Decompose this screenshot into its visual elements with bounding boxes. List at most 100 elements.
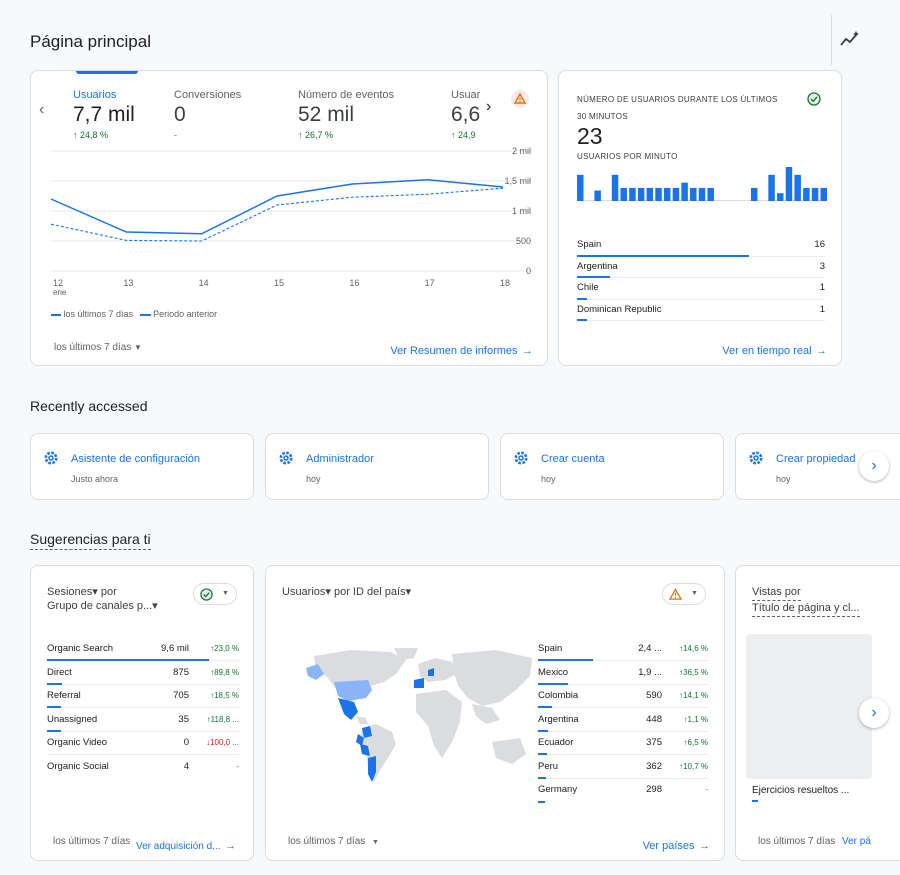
tab-value: 7,7 mil bbox=[73, 103, 135, 126]
warning-icon[interactable] bbox=[511, 90, 529, 113]
country-change: - bbox=[705, 785, 708, 794]
recent-item-create-account[interactable]: Crear cuenta hoy bbox=[500, 433, 724, 500]
country-row[interactable]: Dominican Republic 1 bbox=[577, 300, 825, 321]
country-users: 362 bbox=[646, 760, 662, 772]
table-row[interactable]: Organic Search 9,6 mil ↑23,0 % bbox=[47, 638, 239, 661]
x-tick-label: 17 bbox=[425, 278, 435, 288]
table-row[interactable]: Argentina 448 ↑1,1 % bbox=[538, 709, 708, 732]
country-change: ↑6,5 % bbox=[683, 738, 708, 747]
recent-item-title: Administrador bbox=[306, 453, 374, 465]
tab-change: - bbox=[174, 130, 177, 140]
users-line-chart: 2 mil 1,5 mil 1 mil 500 0 12 13 14 15 16 17 18 ene bbox=[50, 146, 531, 297]
country-row[interactable]: Chile 1 bbox=[577, 278, 825, 300]
country-row[interactable]: Spain 16 bbox=[577, 235, 825, 257]
minute-bar bbox=[777, 193, 784, 201]
sessions-table: Organic Search 9,6 mil ↑23,0 % Direct 875 ↑89… bbox=[47, 638, 239, 778]
x-tick-label: 18 bbox=[500, 278, 510, 288]
view-acquisition-link[interactable]: Ver adquisición d... → bbox=[136, 836, 236, 854]
country-users: 375 bbox=[646, 737, 662, 748]
minute-bar bbox=[768, 174, 775, 201]
channel-sessions: 875 bbox=[173, 666, 189, 678]
channel-change: ↓100,0 ... bbox=[206, 738, 239, 747]
recent-next-button[interactable]: › bbox=[859, 451, 889, 481]
minute-bar bbox=[655, 187, 662, 201]
recent-item-admin[interactable]: Administrador hoy bbox=[265, 433, 489, 500]
sessions-title[interactable]: Sesiones▾ por Grupo de canales p...▾ bbox=[47, 585, 158, 613]
minute-bar bbox=[811, 187, 819, 201]
legend-previous-swatch bbox=[139, 313, 151, 316]
view-countries-link[interactable]: Ver países → bbox=[643, 836, 710, 854]
page-title: Página principal bbox=[30, 32, 151, 51]
table-row[interactable]: Peru 362 ↑10,7 % bbox=[538, 756, 708, 779]
tab-active-indicator bbox=[76, 71, 138, 74]
tab-usuarios[interactable]: Usuarios 7,7 mil ↑ 24,8 % bbox=[73, 89, 173, 140]
next-metric-button[interactable]: › bbox=[486, 98, 491, 116]
country-row[interactable]: Argentina 3 bbox=[577, 257, 825, 278]
tab-eventos[interactable]: Número de eventos 52 mil ↑ 26,7 % bbox=[298, 89, 428, 140]
recent-item-title: Crear propiedad bbox=[776, 453, 856, 465]
table-row[interactable]: Germany 298 - bbox=[538, 779, 708, 803]
caret-down-icon: ▼ bbox=[222, 590, 229, 597]
sessions-date-range[interactable]: los últimos 7 días bbox=[53, 836, 130, 847]
caret-down-icon: ▼ bbox=[372, 839, 379, 846]
insights-icon[interactable] bbox=[840, 31, 860, 49]
table-row[interactable]: Colombia 590 ↑14,1 % bbox=[538, 685, 708, 708]
table-row[interactable]: Spain 2,4 ... ↑14,6 % bbox=[538, 638, 708, 661]
country-value: 1 bbox=[819, 303, 825, 315]
tab-label: Conversiones bbox=[174, 89, 242, 101]
view-realtime-link[interactable]: Ver en tiempo real → bbox=[722, 341, 827, 359]
per-minute-bar-chart bbox=[577, 167, 827, 201]
table-row[interactable]: Ecuador 375 ↑6,5 % bbox=[538, 732, 708, 755]
recent-item-time: hoy bbox=[541, 474, 556, 484]
minute-bar bbox=[629, 187, 636, 201]
tab-conversiones[interactable]: Conversiones 0 - bbox=[174, 89, 284, 140]
minute-bar bbox=[690, 187, 697, 201]
views-date-range[interactable]: los últimos 7 días bbox=[758, 836, 835, 847]
table-row[interactable]: Direct 875 ↑89,8 % bbox=[47, 662, 239, 685]
table-row[interactable]: Organic Social 4 - bbox=[47, 756, 239, 779]
channel-change: ↑118,8 ... bbox=[206, 714, 239, 724]
channel-change: ↑18,5 % bbox=[210, 691, 239, 700]
view-reports-link[interactable]: Ver Resumen de informes → bbox=[390, 341, 533, 359]
minute-bar bbox=[611, 174, 619, 201]
country-change: ↑36,5 % bbox=[679, 667, 708, 677]
table-row[interactable]: Mexico 1,9 ... ↑36,5 % bbox=[538, 662, 708, 685]
suggestions-next-button[interactable]: › bbox=[859, 698, 889, 728]
realtime-title: NÚMERO DE USUARIOS DURANTE LOS ÚLTIMOS 3… bbox=[577, 95, 778, 121]
channel-change: - bbox=[236, 761, 239, 771]
realtime-country-list: Spain 16 Argentina 3 Chile 1 Dominican Republi… bbox=[577, 235, 825, 327]
gear-icon bbox=[513, 450, 529, 471]
country-value: 1 bbox=[819, 282, 825, 293]
chevron-right-icon: › bbox=[871, 457, 877, 474]
country-users: 2,4 ... bbox=[638, 643, 662, 654]
date-range-dropdown[interactable]: los últimos 7 días ▼ bbox=[54, 342, 142, 353]
x-tick-label: 14 bbox=[199, 278, 209, 288]
country-name: Spain bbox=[577, 239, 602, 250]
countries-date-range-dropdown[interactable]: los últimos 7 días ▼ bbox=[288, 836, 379, 847]
minute-bar bbox=[637, 187, 645, 201]
country-name: Germany bbox=[538, 784, 578, 795]
warning-icon bbox=[668, 588, 683, 606]
country-value: 3 bbox=[819, 260, 825, 272]
country-name: Dominican Republic bbox=[577, 303, 662, 315]
status-dropdown[interactable]: ▼ bbox=[662, 583, 706, 605]
minute-bar bbox=[785, 167, 793, 201]
table-row[interactable]: Referral 705 ↑18,5 % bbox=[47, 685, 239, 708]
check-icon[interactable] bbox=[807, 92, 821, 111]
country-change: ↑14,1 % bbox=[679, 691, 708, 700]
minute-bar bbox=[594, 190, 601, 201]
country-name: Peru bbox=[538, 760, 559, 772]
status-dropdown[interactable]: ▼ bbox=[193, 583, 237, 605]
table-row[interactable]: Organic Video 0 ↓100,0 ... bbox=[47, 732, 239, 755]
prev-metric-button[interactable]: ‹ bbox=[39, 101, 44, 119]
country-users: 1,9 ... bbox=[638, 666, 662, 678]
view-pages-link[interactable]: Ver pá bbox=[842, 836, 871, 847]
countries-card: Usuarios▾ por ID del país▾ ▼ Spain 2,4 ..… bbox=[265, 565, 725, 861]
recent-item-setup-assistant[interactable]: Asistente de configuración Justo ahora bbox=[30, 433, 254, 500]
channel-sessions: 35 bbox=[178, 713, 189, 725]
table-row[interactable]: Unassigned 35 ↑118,8 ... bbox=[47, 709, 239, 732]
tab-usuarios-nuevos[interactable]: Usuar 6,6 ↑ 24,9 bbox=[451, 89, 481, 140]
countries-title[interactable]: Usuarios▾ por ID del país▾ bbox=[282, 585, 411, 598]
views-row-bar bbox=[752, 800, 758, 802]
views-title[interactable]: Vistas por Título de página y cl... bbox=[752, 585, 860, 617]
